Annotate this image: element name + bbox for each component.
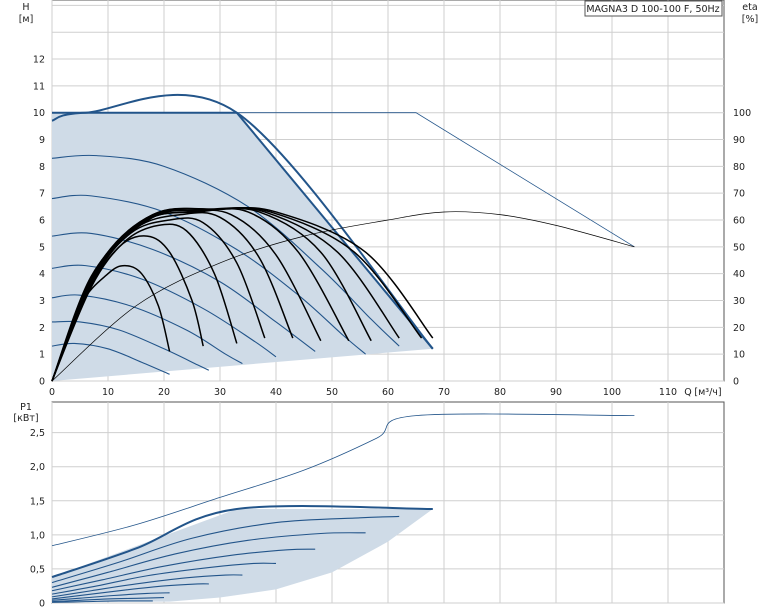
- power-axis-unit: [кВт]: [13, 413, 38, 424]
- head-tick-label: 11: [33, 81, 45, 92]
- head-tick-label: 12: [33, 55, 45, 66]
- eta-tick-label: 70: [733, 189, 745, 200]
- power-tick-label: 0: [39, 599, 45, 610]
- power-axis-label: P1: [20, 402, 32, 413]
- flow-tick-label: 60: [382, 387, 394, 398]
- flow-tick-label: 100: [603, 387, 621, 398]
- flow-axis-unit: [м³/ч]: [694, 387, 721, 398]
- flow-axis-label: Q: [684, 387, 691, 398]
- flow-tick-label: 80: [494, 387, 506, 398]
- flow-tick-label: 0: [49, 387, 55, 398]
- head-tick-label: 6: [39, 216, 45, 227]
- head-tick-label: 10: [33, 108, 45, 119]
- power-tick-label: 0,5: [30, 564, 45, 575]
- head-tick-label: 2: [39, 323, 45, 334]
- flow-tick-label: 30: [214, 387, 226, 398]
- eta-tick-label: 80: [733, 162, 745, 173]
- eta-tick-label: 90: [733, 135, 745, 146]
- eta-tick-label: 10: [733, 350, 745, 361]
- head-axis-unit: [м]: [19, 14, 34, 25]
- eta-tick-label: 20: [733, 323, 745, 334]
- eta-tick-label: 60: [733, 216, 745, 227]
- flow-tick-label: 90: [550, 387, 562, 398]
- eta-tick-label: 40: [733, 269, 745, 280]
- power-tick-label: 1,5: [30, 496, 45, 507]
- head-tick-label: 7: [39, 189, 45, 200]
- flow-tick-label: 50: [326, 387, 338, 398]
- chart-title: MAGNA3 D 100-100 F, 50Hz: [586, 4, 719, 15]
- flow-tick-label: 40: [270, 387, 282, 398]
- eta-axis-unit: [%]: [742, 14, 758, 25]
- head-tick-label: 9: [39, 135, 45, 146]
- head-tick-label: 5: [39, 242, 45, 253]
- head-tick-label: 8: [39, 162, 45, 173]
- head-tick-label: 1: [39, 350, 45, 361]
- power-tick-label: 2,0: [30, 462, 45, 473]
- eta-axis-label: eta: [742, 2, 757, 13]
- eta-tick-label: 100: [733, 108, 751, 119]
- flow-tick-label: 70: [438, 387, 450, 398]
- head-tick-label: 0: [39, 377, 45, 388]
- power-tick-label: 2,5: [30, 428, 45, 439]
- flow-tick-label: 110: [659, 387, 677, 398]
- power-tick-label: 1,0: [30, 530, 45, 541]
- chart-title-box: MAGNA3 D 100-100 F, 50Hz: [584, 0, 723, 17]
- pump-curve-chart: 0 10 20 30 40 50 60 70 80 90 100 110012345678910111…: [13, 0, 758, 610]
- eta-tick-label: 0: [733, 377, 739, 388]
- head-tick-label: 4: [39, 269, 45, 280]
- eta-tick-label: 50: [733, 242, 745, 253]
- eta-tick-label: 30: [733, 296, 745, 307]
- flow-tick-label: 20: [158, 387, 170, 398]
- head-axis-label: H: [22, 2, 29, 13]
- flow-tick-label: 10: [102, 387, 114, 398]
- head-tick-label: 3: [39, 296, 45, 307]
